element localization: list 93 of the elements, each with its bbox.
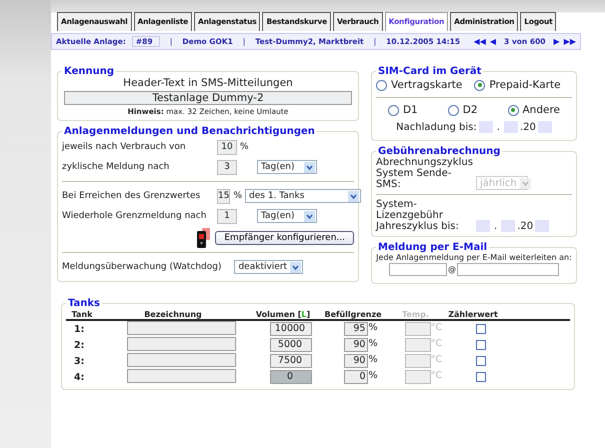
- field-label: Abrechnungszyklus System Sende-SMS:: [376, 157, 470, 190]
- volume-field[interactable]: 10000: [270, 322, 312, 336]
- caret-icon: [348, 190, 360, 202]
- number-field[interactable]: 10: [217, 140, 237, 154]
- email-text: Jede Anlagenmeldung per E-Mail weiterleiten an:: [376, 253, 572, 262]
- header-text-field[interactable]: Testanlage Dummy-2: [64, 91, 352, 105]
- name-field[interactable]: [126, 368, 236, 382]
- temp-field[interactable]: [404, 354, 431, 368]
- temp-field[interactable]: [404, 322, 431, 336]
- radio-option[interactable]: D2: [448, 104, 478, 116]
- setting-label: zyklische Meldung nach: [62, 162, 170, 172]
- prev-button[interactable]: ◀: [490, 37, 496, 46]
- field-label: Nachladung bis:: [396, 122, 477, 132]
- at-sign: @: [448, 265, 456, 274]
- setting-label: Meldungsüberwachung (Watchdog): [62, 262, 222, 272]
- limit-field[interactable]: 95: [344, 322, 368, 336]
- tank-number: 3:: [73, 356, 86, 366]
- number-field[interactable]: 3: [217, 160, 237, 174]
- unit-text: °C: [430, 338, 442, 351]
- name-field[interactable]: [126, 320, 236, 334]
- field-label: Header-Text in SMS-Mitteilungen: [122, 77, 294, 89]
- unit-text: %: [368, 322, 378, 335]
- checkbox[interactable]: [476, 324, 486, 334]
- checkbox[interactable]: [476, 340, 486, 350]
- dropdown[interactable]: des 1. Tanks: [245, 189, 362, 203]
- tank-number: 2:: [73, 340, 86, 350]
- dropdown[interactable]: Tag(en): [257, 209, 317, 223]
- column-header: Tank: [70, 310, 94, 318]
- day-field[interactable]: [478, 121, 493, 133]
- date-separator: .: [493, 220, 498, 232]
- limit-field[interactable]: 90: [344, 338, 368, 352]
- unit-text: %: [368, 354, 378, 367]
- volume-field[interactable]: 5000: [270, 338, 312, 352]
- temp-field[interactable]: [404, 370, 431, 384]
- volume-field[interactable]: 7500: [270, 354, 312, 368]
- unit-text: %: [240, 142, 250, 152]
- field-label: System-Lizenzgebühr Jahreszyklus bis:: [376, 199, 460, 232]
- unit-text: °C: [430, 370, 442, 383]
- column-header: Volumen [L]: [254, 310, 312, 318]
- panel-title: SIM-Card im Gerät: [377, 66, 482, 77]
- panel-title: Tanks: [67, 298, 102, 309]
- month-field[interactable]: [501, 220, 516, 232]
- radio-option[interactable]: D1: [388, 104, 418, 116]
- unit-text: %: [233, 191, 242, 201]
- temp-field[interactable]: [404, 338, 431, 352]
- tank-number: 4:: [73, 372, 86, 382]
- email-user-field[interactable]: [389, 263, 447, 276]
- limit-field[interactable]: 0: [344, 370, 368, 384]
- unit-text: %: [368, 338, 378, 351]
- checkbox[interactable]: [476, 356, 486, 366]
- number-field[interactable]: 15: [217, 188, 230, 204]
- caret-icon: [304, 210, 315, 222]
- unit-text: °C: [430, 322, 442, 335]
- setting-label: Bei Erreichen des Grenzwertes: [62, 191, 202, 201]
- caret-icon: [290, 262, 302, 272]
- radio-option[interactable]: Vertragskarte: [376, 79, 462, 91]
- dropdown[interactable]: Tag(en): [257, 160, 317, 174]
- year-field[interactable]: [535, 220, 550, 232]
- email-domain-field[interactable]: [457, 263, 559, 276]
- year-field[interactable]: [538, 121, 552, 133]
- dropdown[interactable]: deaktiviert: [234, 260, 304, 274]
- panel-title: Anlagenmeldungen und Benachrichtigungen: [63, 126, 316, 137]
- column-header: Temp.: [401, 310, 430, 318]
- column-header: Befüllgrenze: [323, 310, 383, 318]
- panel-title: Kennung: [63, 66, 115, 77]
- next-button[interactable]: ▶: [554, 37, 560, 46]
- name-field[interactable]: [126, 352, 236, 366]
- column-header: Bezeichnung: [143, 310, 203, 318]
- radio-option[interactable]: Andere: [508, 104, 560, 116]
- date-separator: .: [496, 122, 501, 132]
- column-header: Zählerwert: [447, 310, 499, 318]
- last-button[interactable]: ▶▶: [564, 37, 576, 46]
- limit-field[interactable]: 90: [344, 354, 368, 368]
- year-prefix: .20: [520, 122, 536, 132]
- panel-title: Gebührenabrechnung: [377, 146, 502, 157]
- first-button[interactable]: ◀◀: [474, 37, 486, 46]
- caret-icon: [304, 162, 315, 172]
- unit-text: °C: [430, 354, 442, 367]
- day-field[interactable]: [476, 220, 490, 232]
- month-field[interactable]: [504, 121, 518, 133]
- checkbox[interactable]: [476, 372, 486, 382]
- configure-recipients-button[interactable]: Empfänger konfigurieren...: [215, 231, 354, 245]
- setting-label: jeweils nach Verbrauch von: [62, 142, 187, 152]
- name-field[interactable]: [126, 336, 236, 350]
- caret-icon: [520, 178, 531, 188]
- year-prefix: .20: [517, 220, 534, 232]
- tank-number: 1:: [73, 324, 86, 334]
- setting-label: Wiederhole Grenzmeldung nach: [62, 211, 208, 221]
- unit-text: %: [368, 370, 378, 383]
- phone-icon: [197, 228, 212, 248]
- number-field[interactable]: 1: [217, 208, 237, 224]
- radio-option[interactable]: Prepaid-Karte: [474, 79, 561, 91]
- panel-title: Meldung per E-Mail: [377, 242, 488, 253]
